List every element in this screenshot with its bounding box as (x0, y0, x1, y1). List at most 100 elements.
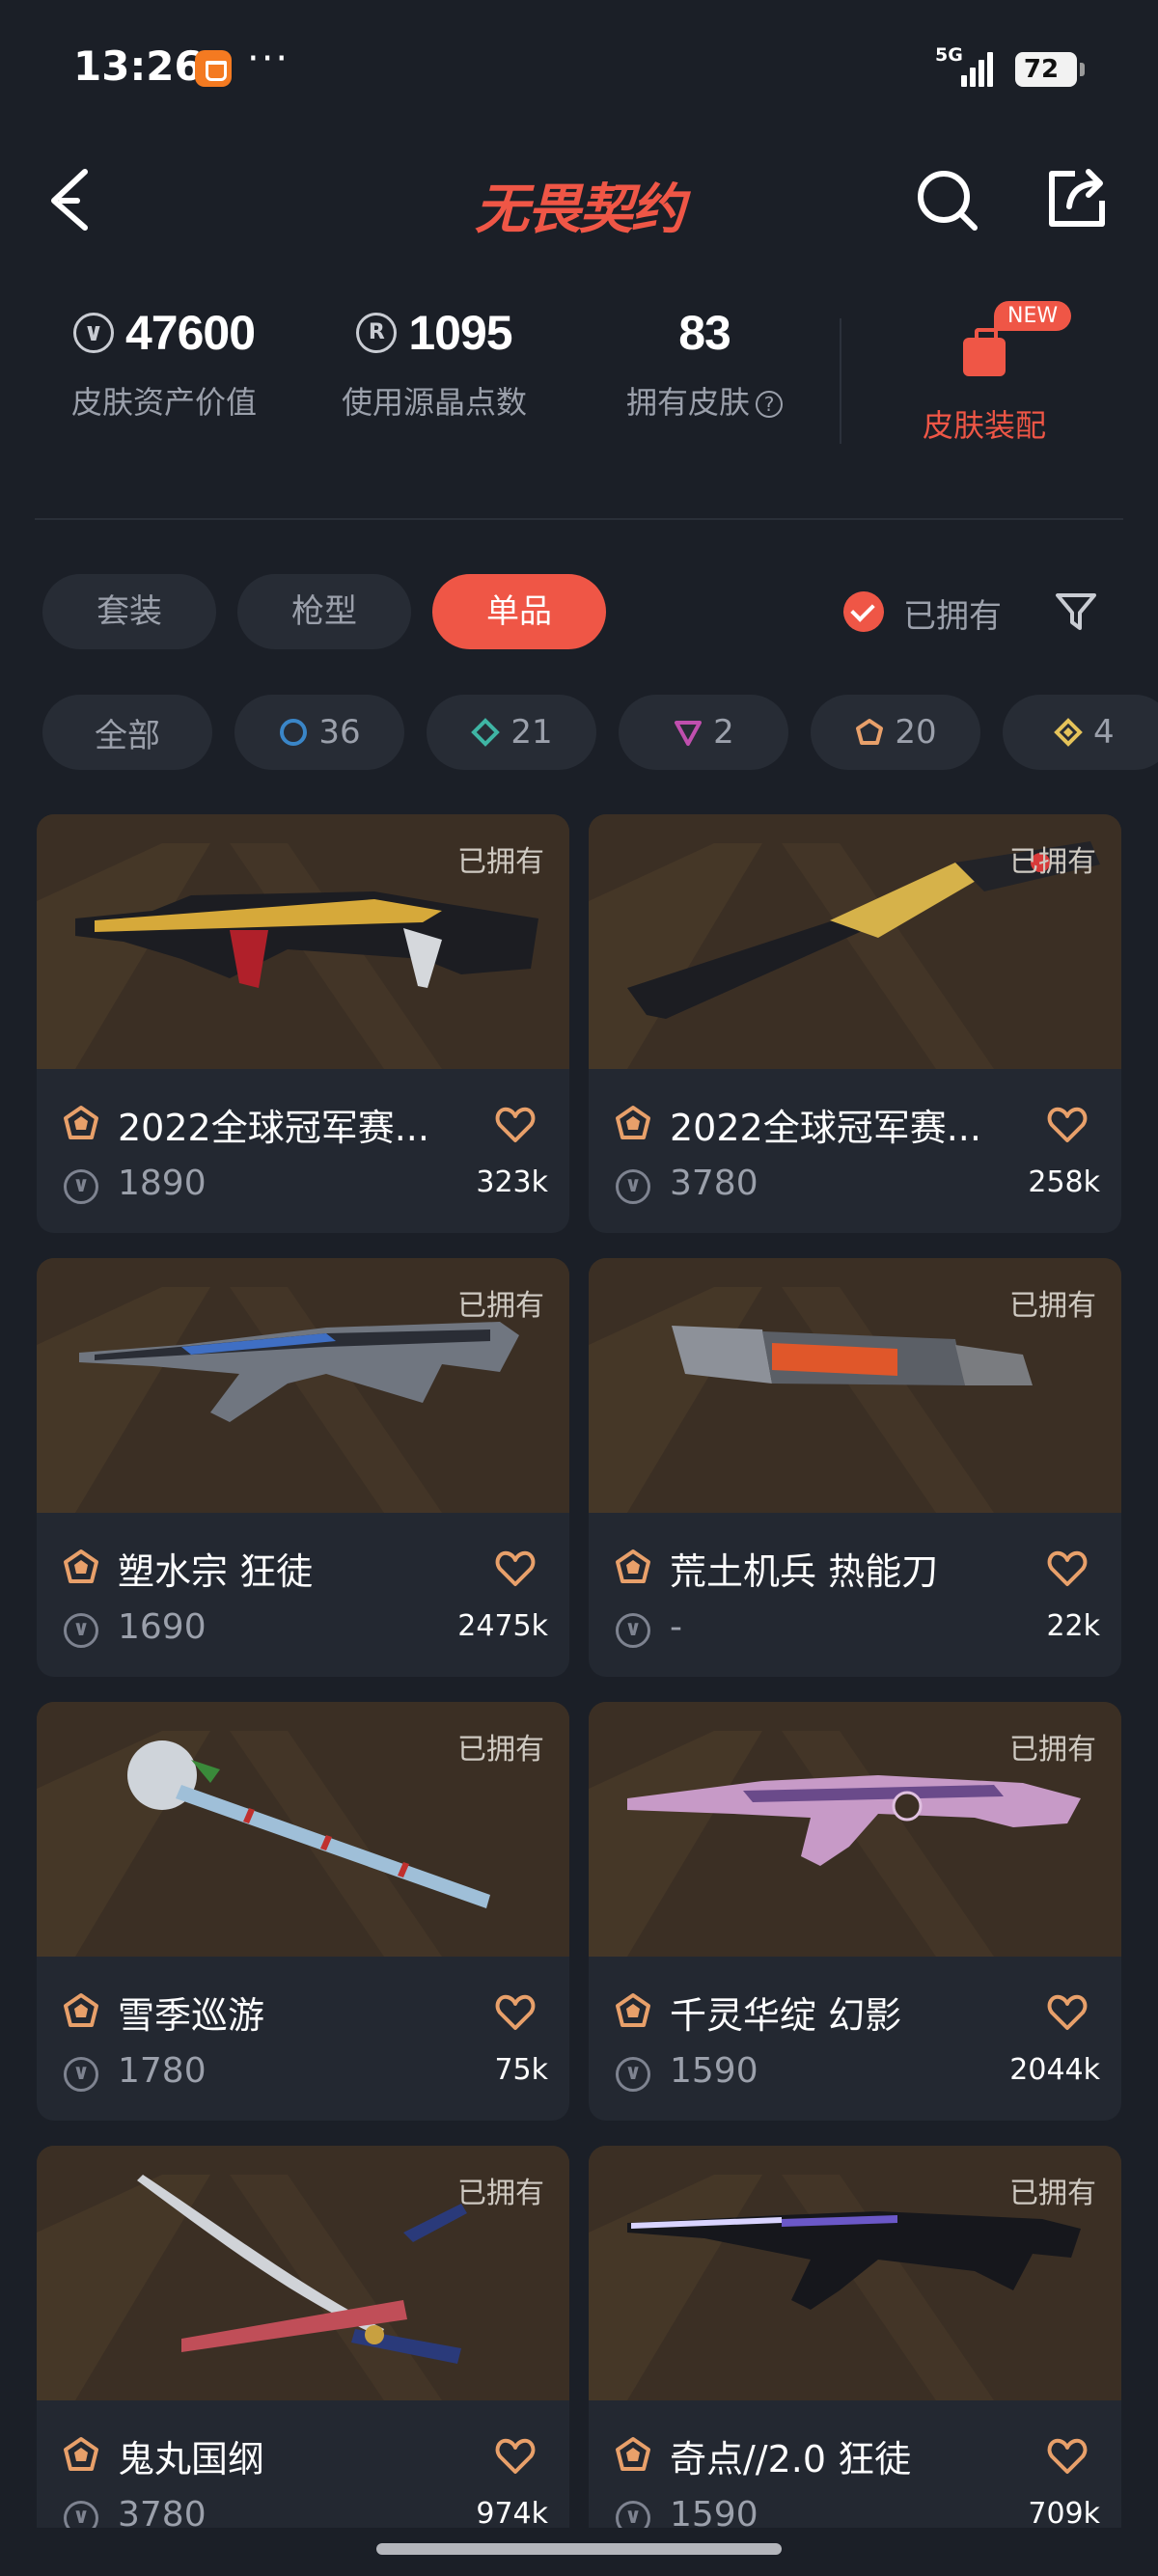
skin-card[interactable]: 已拥有 千灵华绽 幻影 1590 2044k (589, 1702, 1121, 2121)
favorite-heart-icon[interactable] (494, 1104, 537, 1146)
exclusive-tier-icon (64, 1993, 98, 2027)
owned-filter-label[interactable]: 已拥有 (903, 589, 1002, 637)
page-title: 无畏契约 (475, 178, 685, 241)
vp-coin-icon (616, 2057, 650, 2092)
skin-name: 鬼丸国纲 (118, 2438, 265, 2480)
select-tier-icon (280, 719, 308, 746)
divider (840, 318, 841, 444)
tier-count: 36 (318, 713, 361, 752)
owned-skins-count: 83 (678, 306, 731, 360)
vp-coin-icon (64, 2057, 98, 2092)
skin-price: 1690 (118, 1607, 207, 1647)
owned-tag: 已拥有 (1009, 2177, 1096, 2210)
clock: 13:26 (73, 42, 203, 90)
exclusive-tier-icon (856, 719, 884, 745)
skin-likes: 974k (476, 2497, 548, 2531)
tier-tab-label: 全部 (95, 716, 160, 755)
owned-checkbox[interactable] (843, 591, 884, 632)
exclusive-tier-icon (616, 1993, 650, 2027)
favorite-heart-icon[interactable] (1046, 1104, 1089, 1146)
asset-value: 47600 (124, 306, 256, 360)
owned-tag: 已拥有 (457, 845, 544, 879)
skin-image: 已拥有 (589, 1258, 1121, 1513)
owned-tag: 已拥有 (457, 2177, 544, 2210)
favorite-heart-icon[interactable] (1046, 1548, 1089, 1590)
skin-card[interactable]: 已拥有 2022全球冠军赛... 3780 258k (589, 814, 1121, 1233)
new-badge: NEW (994, 301, 1072, 331)
tier-tab-deluxe[interactable]: 21 (427, 695, 596, 770)
briefcase-icon (963, 328, 1006, 376)
category-tabs: 套装 枪型 单品 已拥有 (0, 574, 1158, 651)
skin-name: 2022全球冠军赛... (670, 1107, 981, 1149)
owned-tag: 已拥有 (457, 1289, 544, 1323)
owned-tag: 已拥有 (457, 1733, 544, 1767)
share-icon (1049, 169, 1105, 227)
tier-tab-all[interactable]: 全部 (42, 695, 212, 770)
tier-tab-premium[interactable]: 2 (619, 695, 788, 770)
app-header: 无畏契约 (0, 145, 1158, 251)
exclusive-tier-icon (616, 2437, 650, 2471)
favorite-heart-icon[interactable] (494, 2435, 537, 2478)
skin-price: - (670, 1607, 682, 1647)
skin-card[interactable]: 已拥有 奇点//2.0 狂徒 1590 709k (589, 2146, 1121, 2564)
skin-name: 奇点//2.0 狂徒 (670, 2438, 912, 2480)
exclusive-tier-icon (616, 1106, 650, 1139)
tier-tab-select[interactable]: 36 (234, 695, 404, 770)
favorite-heart-icon[interactable] (494, 1991, 537, 2034)
asset-value-label: 皮肤资产价值 (70, 384, 257, 421)
filter-button[interactable] (1052, 588, 1100, 636)
skin-info: 荒土机兵 热能刀 - 22k (589, 1513, 1121, 1677)
help-icon[interactable]: ? (756, 391, 783, 418)
stat-asset-value: 47600 皮肤资产价值 (58, 299, 270, 423)
skin-card[interactable]: 已拥有 雪季巡游 1780 75k (37, 1702, 569, 2121)
tab-weapon-type[interactable]: 枪型 (237, 574, 411, 649)
stat-owned-skins[interactable]: 83 拥有皮肤? (608, 299, 801, 423)
battery-level: 72 (1023, 55, 1060, 84)
favorite-heart-icon[interactable] (1046, 1991, 1089, 2034)
signal-icon (959, 48, 998, 87)
radianite-icon (356, 313, 398, 353)
owned-tag: 已拥有 (1009, 845, 1096, 879)
skin-card[interactable]: 已拥有 荒土机兵 热能刀 - 22k (589, 1258, 1121, 1677)
radianite-value: 1095 (408, 306, 512, 360)
tier-count: 20 (895, 713, 937, 752)
favorite-heart-icon[interactable] (1046, 2435, 1089, 2478)
search-button[interactable] (913, 166, 980, 233)
ultra-tier-icon (1054, 718, 1083, 747)
skin-image: 已拥有 (37, 1258, 569, 1513)
vp-coin-icon (72, 313, 114, 353)
more-notifications-icon: ··· (247, 37, 290, 81)
tier-filter-tabs: 全部 36 21 2 20 4 (0, 695, 1158, 772)
status-bar: 13:26 ··· 5G 72 (0, 0, 1158, 135)
share-button[interactable] (1042, 164, 1110, 232)
skin-info: 塑水宗 狂徒 1690 2475k (37, 1513, 569, 1677)
owned-skins-label: 拥有皮肤 (625, 384, 750, 421)
skin-image: 已拥有 (589, 1702, 1121, 1957)
loadout-label: 皮肤装配 (922, 407, 1046, 444)
skin-card[interactable]: 已拥有 2022全球冠军赛... 1890 323k (37, 814, 569, 1233)
tab-single-item[interactable]: 单品 (432, 574, 606, 649)
skin-likes: 709k (1028, 2497, 1100, 2531)
skin-likes: 258k (1028, 1165, 1100, 1199)
exclusive-tier-icon (64, 1106, 98, 1139)
tier-count: 4 (1093, 713, 1115, 752)
favorite-heart-icon[interactable] (494, 1548, 537, 1590)
skin-price: 3780 (670, 1164, 758, 1203)
tier-tab-exclusive[interactable]: 20 (811, 695, 980, 770)
skin-image: 已拥有 (37, 1702, 569, 1957)
owned-tag: 已拥有 (1009, 1289, 1096, 1323)
skin-name: 荒土机兵 热能刀 (670, 1550, 939, 1593)
tier-tab-ultra[interactable]: 4 (1003, 695, 1158, 770)
radianite-label: 使用源晶点数 (341, 384, 527, 421)
search-icon (918, 171, 978, 231)
skin-info: 千灵华绽 幻影 1590 2044k (589, 1957, 1121, 2121)
skin-likes: 323k (476, 1165, 548, 1199)
skin-card[interactable]: 已拥有 塑水宗 狂徒 1690 2475k (37, 1258, 569, 1677)
skin-card[interactable]: 已拥有 鬼丸国纲 3780 974k (37, 2146, 569, 2564)
skin-name: 2022全球冠军赛... (118, 1107, 429, 1149)
home-indicator[interactable] (376, 2543, 782, 2555)
exclusive-tier-icon (64, 2437, 98, 2471)
skin-image: 已拥有 (37, 814, 569, 1069)
tab-set[interactable]: 套装 (42, 574, 216, 649)
skin-name: 千灵华绽 幻影 (670, 1994, 902, 2037)
